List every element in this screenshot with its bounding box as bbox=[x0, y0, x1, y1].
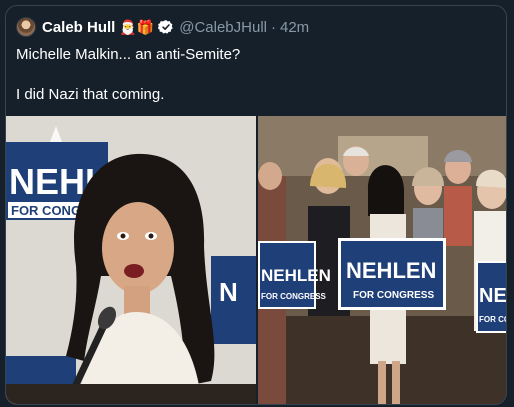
avatar[interactable] bbox=[16, 17, 36, 37]
right-sign-fragment: N bbox=[219, 277, 238, 307]
tweet-header: Caleb Hull 🎅🎁 @CalebJHull · 42m bbox=[16, 16, 309, 38]
sign-a-subtext: FOR CONGRESS bbox=[261, 292, 327, 301]
verified-badge-icon bbox=[158, 19, 174, 35]
sign-c-subtext: FOR CONGRESS bbox=[479, 315, 507, 324]
sign-b-text: NEHLEN bbox=[346, 258, 436, 283]
tweet-text: Michelle Malkin... an anti-Semite? I did… bbox=[16, 45, 496, 105]
tweet-media: NEHLEN FOR CONGRESS N NEHLEN FOR CONGRES… bbox=[6, 116, 507, 404]
sign-c-text: NEHLEN bbox=[479, 285, 507, 307]
tweet-card[interactable]: Caleb Hull 🎅🎁 @CalebJHull · 42m Michelle… bbox=[5, 5, 507, 405]
tweet-text-line-2: I did Nazi that coming. bbox=[16, 86, 165, 103]
media-photo-2[interactable]: NEHLEN FOR CONGRESS NEHLEN FOR CONGRESS … bbox=[258, 116, 507, 404]
author-emojis: 🎅🎁 bbox=[119, 19, 155, 35]
separator-dot: · bbox=[271, 18, 276, 36]
tweet-text-line-1: Michelle Malkin... an anti-Semite? bbox=[16, 46, 241, 63]
author-name[interactable]: Caleb Hull bbox=[42, 19, 115, 36]
sign-a-text: NEHLEN bbox=[261, 266, 331, 285]
sign-b-subtext: FOR CONGRESS bbox=[353, 290, 434, 301]
tweet-timestamp[interactable]: 42m bbox=[280, 19, 309, 36]
author-handle[interactable]: @CalebJHull bbox=[179, 19, 267, 36]
media-photo-1[interactable]: NEHLEN FOR CONGRESS N bbox=[6, 116, 256, 404]
